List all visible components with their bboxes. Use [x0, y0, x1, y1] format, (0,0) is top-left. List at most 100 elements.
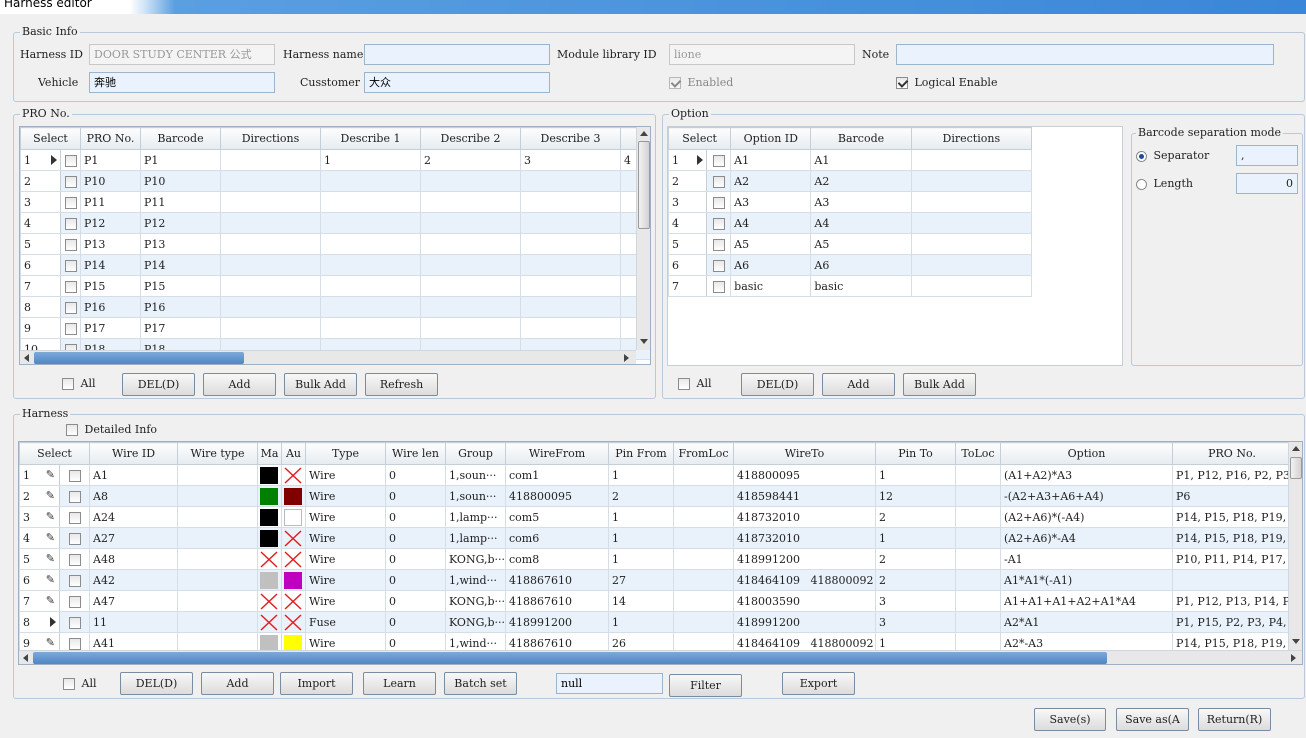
option-row-checkbox[interactable] [712, 238, 725, 251]
harness-select-cell[interactable] [59, 590, 90, 612]
harness-cell-wire-to[interactable]: 418598441 [733, 485, 876, 507]
harness-cell-pin-from[interactable]: 1 [608, 548, 674, 570]
harness-cell-wire-to[interactable]: 418003590 [733, 590, 876, 612]
option-row-header[interactable]: 7 [668, 275, 708, 297]
option-table-row[interactable]: 4 A4 A4 [668, 212, 1033, 234]
harness-cell-pro-no[interactable]: P1, P12, P16, P2, P3, P4 [1172, 464, 1292, 486]
harness-cell-pin-from[interactable]: 1 [608, 611, 674, 633]
harness-export-button[interactable]: Export [782, 672, 855, 695]
harness-col-type[interactable]: Type [305, 442, 386, 465]
option-col-directions[interactable]: Directions [910, 127, 1033, 150]
harness-row-header[interactable]: 2 ✎ [19, 485, 60, 507]
harness-cell-wire-id[interactable]: A24 [89, 506, 178, 528]
harness-row-header[interactable]: 8 [19, 611, 60, 633]
harness-cell-wire-len[interactable]: 0 [385, 527, 446, 549]
pro-table-row[interactable]: 6 P14 P14 [20, 254, 650, 276]
pro-cell-describe-1[interactable] [320, 317, 421, 339]
harness-col-wire-type[interactable]: Wire type [177, 442, 258, 465]
pro-col-describe-3[interactable]: Describe 3 [520, 127, 621, 150]
harness-col-au[interactable]: Au [281, 442, 306, 465]
harness-col-wire-id[interactable]: Wire ID [89, 442, 178, 465]
pro-select-cell[interactable] [60, 149, 81, 171]
harness-cell-pin-from[interactable]: 14 [608, 590, 674, 612]
harness-col-ma[interactable]: Ma [257, 442, 282, 465]
harness-cell-from-loc[interactable] [673, 527, 734, 549]
harness-cell-option[interactable]: (A1+A2)*A3 [1000, 464, 1173, 486]
pro-table-row[interactable]: 2 P10 P10 [20, 170, 650, 192]
harness-cell-wire-from[interactable]: 418991200 [505, 611, 609, 633]
save-as-button[interactable]: Save as(A [1116, 708, 1189, 731]
pro-cell-barcode[interactable]: P16 [140, 296, 221, 318]
option-row-checkbox[interactable] [712, 154, 725, 167]
option-cell-directions[interactable] [910, 233, 1033, 255]
pro-row-checkbox[interactable] [64, 301, 77, 314]
length-radio-wrap[interactable]: Length [1136, 177, 1193, 191]
harness-cell-option[interactable]: (A2+A6)*(-A4) [1000, 506, 1173, 528]
option-col-select[interactable]: Select [668, 127, 732, 150]
pro-cell-describe-2[interactable] [420, 212, 521, 234]
harness-cell-from-loc[interactable] [673, 590, 734, 612]
harness-row-header[interactable]: 4 ✎ [19, 527, 60, 549]
harness-cell-type[interactable]: Wire [305, 548, 386, 570]
pro-select-cell[interactable] [60, 212, 81, 234]
pro-cell-barcode[interactable]: P13 [140, 233, 221, 255]
pro-cell-describe-1[interactable]: 1 [320, 149, 421, 171]
pro-cell-describe-1[interactable] [320, 170, 421, 192]
harness-cell-pin-to[interactable]: 3 [875, 590, 956, 612]
pro-cell-directions[interactable] [220, 275, 321, 297]
separator-radio-wrap[interactable]: Separator [1136, 149, 1209, 163]
harness-cell-pro-no[interactable]: P10, P11, P14, P17, P1 [1172, 548, 1292, 570]
pro-col-directions[interactable]: Directions [220, 127, 321, 150]
harness-table-row[interactable]: 8 11 Fuse 0 KONG,b··· 418991200 1 418991200 3 A2*… [19, 611, 1292, 633]
pro-cell-describe-1[interactable] [320, 275, 421, 297]
harness-cell-to-loc[interactable] [955, 548, 1001, 570]
option-table-row[interactable]: 5 A5 A5 [668, 233, 1033, 255]
pro-row-header[interactable]: 2 [20, 170, 61, 192]
option-row-checkbox[interactable] [712, 196, 725, 209]
harness-cell-group[interactable]: KONG,b··· [445, 611, 506, 633]
harness-select-cell[interactable] [59, 569, 90, 591]
harness-au-color-cell[interactable] [281, 611, 306, 633]
pro-vscroll-thumb[interactable] [638, 141, 650, 229]
harness-cell-pin-to[interactable]: 1 [875, 464, 956, 486]
harness-table-row[interactable]: 2 ✎ A8 Wire 0 1,soun··· 418800095 2 418598441 12-… [19, 485, 1292, 507]
pro-cell-pro-no[interactable]: P16 [80, 296, 141, 318]
pro-cell-pro-no[interactable]: P13 [80, 233, 141, 255]
pro-cell-directions[interactable] [220, 233, 321, 255]
option-cell-barcode[interactable]: A2 [810, 170, 912, 192]
pro-cell-describe-3[interactable] [520, 170, 621, 192]
harness-cell-pro-no[interactable]: P1, P15, P2, P3, P4, P5, [1172, 611, 1292, 633]
enabled-checkbox-wrap[interactable]: Enabled [669, 76, 733, 90]
pro-cell-barcode[interactable]: P10 [140, 170, 221, 192]
pro-cell-pro-no[interactable]: P15 [80, 275, 141, 297]
option-row-checkbox[interactable] [712, 280, 725, 293]
option-row-checkbox[interactable] [712, 259, 725, 272]
pro-all-checkbox-wrap[interactable]: All [62, 377, 95, 391]
option-table-row[interactable]: 2 A2 A2 [668, 170, 1033, 192]
harness-ma-color-cell[interactable] [257, 464, 282, 486]
harness-col-wire-len[interactable]: Wire len [385, 442, 446, 465]
harness-select-cell[interactable] [59, 464, 90, 486]
harness-hscroll-thumb[interactable] [33, 652, 1107, 664]
harness-cell-wire-to[interactable]: 418464109 418800092 [733, 569, 876, 591]
option-row-header[interactable]: 4 [668, 212, 708, 234]
option-cell-option-id[interactable]: A4 [730, 212, 812, 234]
harness-row-checkbox[interactable] [68, 532, 81, 545]
pro-refresh-button[interactable]: Refresh [365, 373, 438, 396]
harness-row-header[interactable]: 3 ✎ [19, 506, 60, 528]
pro-table-row[interactable]: 9 P17 P17 [20, 317, 650, 339]
harness-cell-pro-no[interactable]: P6 [1172, 485, 1292, 507]
pro-row-header[interactable]: 5 [20, 233, 61, 255]
harness-au-color-cell[interactable] [281, 590, 306, 612]
harness-cell-option[interactable]: -A1 [1000, 548, 1173, 570]
option-table-row[interactable]: 1 A1 A1 [668, 149, 1033, 171]
pro-add-button[interactable]: Add [203, 373, 276, 396]
pro-cell-describe-2[interactable] [420, 296, 521, 318]
option-select-cell[interactable] [706, 212, 732, 234]
harness-table-row[interactable]: 1 ✎ A1 Wire 0 1,soun··· com1 1 418800095 1 (A1+A2)… [19, 464, 1292, 486]
pro-cell-directions[interactable] [220, 149, 321, 171]
harness-cell-wire-id[interactable]: 11 [89, 611, 178, 633]
option-cell-directions[interactable] [910, 254, 1033, 276]
pro-cell-barcode[interactable]: P17 [140, 317, 221, 339]
pro-cell-describe-1[interactable] [320, 212, 421, 234]
